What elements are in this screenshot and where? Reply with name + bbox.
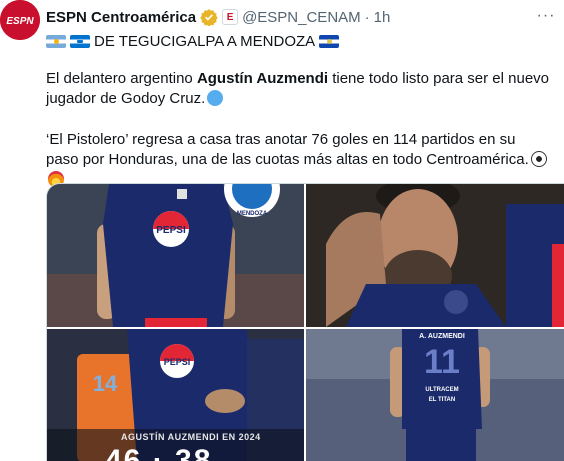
honduras-flag-icon <box>70 34 90 48</box>
mendoza-flag-icon <box>319 34 340 48</box>
more-icon[interactable]: ··· <box>534 6 558 26</box>
timestamp[interactable]: 1h <box>374 9 391 26</box>
author-name[interactable]: ESPN Centroamérica <box>46 9 196 26</box>
tile4-number: 11 <box>424 343 460 381</box>
tweet-paragraph-2: ‘El Pistolero’ regresa a casa tras anota… <box>46 130 552 190</box>
headline: DE TEGUCIGALPA A MENDOZA <box>46 31 343 51</box>
blue-circle-icon <box>207 90 224 106</box>
argentina-flag-icon <box>46 34 66 48</box>
author-handle[interactable]: @ESPN_CENAM <box>242 9 361 26</box>
espn-avatar-icon[interactable]: ESPN <box>0 0 40 40</box>
avatar-text: ESPN <box>6 16 34 27</box>
media-photo-1[interactable]: PEPSI MENDOZA <box>47 184 304 327</box>
verified-badge-icon <box>200 8 218 26</box>
para1-pre: El delantero argentino <box>46 70 197 87</box>
tile1-shirt-text: PEPSI <box>156 225 186 236</box>
tile4-sponsor1: ULTRACEM <box>425 387 458 393</box>
tile4-sponsor2: EL TITAN <box>429 397 455 403</box>
tile3-score: 46 · 38 <box>105 444 213 461</box>
media-photo-3[interactable]: 14 PEPSI AGUSTÍN AUZMENDI EN 2024 46 · 3… <box>47 329 304 461</box>
player-name: Agustín Auzmendi <box>196 70 329 87</box>
headline-text: DE TEGUCIGALPA A MENDOZA <box>94 32 316 50</box>
media-photo-2[interactable] <box>306 184 564 327</box>
tile3-caption: AGUSTÍN AUZMENDI EN 2024 <box>121 432 261 442</box>
tweet-header: ESPN Centroamérica E @ESPN_CENAM · 1h <box>46 6 524 28</box>
media-grid[interactable]: PEPSI MENDOZA 14 PEPSI AGUSTÍN AUZMENDI … <box>46 183 564 461</box>
tile3-number: 14 <box>93 371 118 396</box>
media-photo-4[interactable]: A. AUZMENDI 11 ULTRACEM EL TITAN <box>306 329 564 461</box>
soccer-ball-icon <box>530 151 547 167</box>
separator: · <box>364 8 370 26</box>
para2-text: ‘El Pistolero’ regresa a casa tras anota… <box>46 131 529 168</box>
tile4-shirt-name: A. AUZMENDI <box>419 333 465 340</box>
tweet-paragraph-1: El delantero argentino Agustín Auzmendi … <box>46 69 552 109</box>
tile1-badge-text: MENDOZA <box>237 211 268 217</box>
tile3-shirt-text: PEPSI <box>164 357 191 367</box>
affiliate-badge-icon: E <box>222 9 239 25</box>
